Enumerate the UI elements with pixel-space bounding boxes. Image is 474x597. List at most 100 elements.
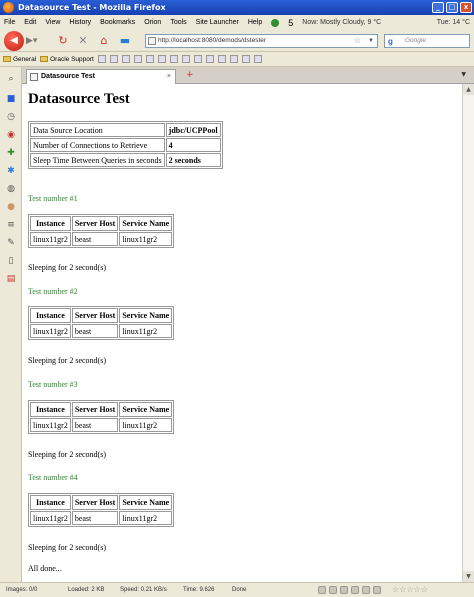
sidebar-search-icon[interactable]: ⌕ bbox=[5, 73, 17, 85]
cell-server-host: beast bbox=[71, 324, 119, 338]
info-value: jdbc/UCPPool bbox=[165, 123, 221, 137]
col-instance: Instance bbox=[30, 308, 71, 323]
sidebar-pin-icon[interactable]: ✎ bbox=[5, 237, 17, 249]
url-dropdown-icon[interactable]: ▼ bbox=[368, 35, 374, 47]
sidebar-gear-icon[interactable]: ✱ bbox=[5, 165, 17, 177]
col-service-name: Service Name bbox=[119, 402, 173, 417]
new-tab-button[interactable]: + bbox=[186, 70, 194, 80]
bookmark-icon[interactable] bbox=[121, 55, 130, 63]
bookmark-icon[interactable] bbox=[169, 55, 178, 63]
addon-icon[interactable]: ▬ bbox=[118, 34, 132, 48]
addon-icon[interactable] bbox=[351, 586, 359, 594]
tab-list-dropdown-icon[interactable]: ▼ bbox=[461, 71, 466, 78]
menu-orion[interactable]: Orion bbox=[144, 19, 161, 26]
menu-tools[interactable]: Tools bbox=[170, 19, 186, 26]
stop-icon[interactable]: ✕ bbox=[76, 34, 90, 48]
minimize-button[interactable]: _ bbox=[432, 2, 444, 13]
back-button[interactable]: ◀ bbox=[4, 31, 24, 51]
menu-site-launcher[interactable]: Site Launcher bbox=[196, 19, 239, 26]
cell-server-host: beast bbox=[71, 232, 119, 246]
search-input[interactable]: g Google bbox=[384, 34, 470, 48]
bookmark-icon[interactable] bbox=[229, 55, 238, 63]
menu-edit[interactable]: Edit bbox=[24, 19, 36, 26]
vertical-scrollbar[interactable]: ▲ ▼ bbox=[462, 84, 474, 582]
addon-icon[interactable] bbox=[329, 586, 337, 594]
bookmark-icon[interactable] bbox=[217, 55, 226, 63]
cell-service-name: linux11gr2 bbox=[119, 232, 173, 246]
bookmark-general-label: General bbox=[13, 55, 37, 63]
weather-forecast[interactable]: Tue: 14 °C bbox=[437, 19, 470, 26]
bookmark-icon[interactable] bbox=[145, 55, 154, 63]
table-row: linux11gr2 beast linux11gr2 bbox=[30, 324, 173, 338]
weather-now[interactable]: Now: Mostly Cloudy, 9 °C bbox=[302, 19, 381, 26]
folder-icon bbox=[40, 56, 49, 62]
sleep-message: Sleeping for 2 second(s) bbox=[28, 450, 106, 459]
test-heading: Test number #1 bbox=[28, 194, 78, 203]
status-indicator-icon[interactable] bbox=[271, 18, 280, 27]
url-bar[interactable]: http://localhost:8080/demods/dstester ☆ … bbox=[145, 34, 378, 48]
scroll-up-icon[interactable]: ▲ bbox=[463, 84, 474, 95]
table-row: Sleep Time Between Queries in seconds 2 … bbox=[30, 153, 221, 167]
tab-datasource-test[interactable]: Datasource Test × bbox=[26, 69, 176, 84]
forward-button[interactable]: ▶▾ bbox=[26, 35, 40, 47]
result-table: Instance Server Host Service Name linux1… bbox=[28, 306, 175, 340]
bookmark-icon[interactable] bbox=[109, 55, 118, 63]
test-heading: Test number #3 bbox=[28, 380, 78, 389]
search-placeholder: Google bbox=[405, 37, 426, 44]
datasource-info-table: Data Source Location jdbc/UCPPool Number… bbox=[28, 121, 223, 169]
close-window-button[interactable]: x bbox=[460, 2, 472, 13]
result-table: Instance Server Host Service Name linux1… bbox=[28, 400, 175, 434]
cell-instance: linux11gr2 bbox=[30, 511, 71, 525]
scroll-down-icon[interactable]: ▼ bbox=[463, 571, 474, 582]
sidebar-note-icon[interactable]: ▤ bbox=[5, 273, 17, 285]
addon-icon[interactable] bbox=[318, 586, 326, 594]
maximize-button[interactable]: □ bbox=[446, 2, 458, 13]
table-header-row: Instance Server Host Service Name bbox=[30, 216, 173, 231]
bookmark-icon[interactable] bbox=[253, 55, 262, 63]
status-time: Time: 9.626 bbox=[183, 587, 215, 593]
sidebar-list-icon[interactable]: ≡ bbox=[5, 219, 17, 231]
sidebar-download-icon[interactable]: ◉ bbox=[5, 129, 17, 141]
cell-server-host: beast bbox=[71, 418, 119, 432]
sidebar-bookmark-icon[interactable]: ■ bbox=[5, 93, 17, 105]
menu-bookmarks[interactable]: Bookmarks bbox=[100, 19, 135, 26]
bookmark-oracle-support[interactable]: Oracle Support bbox=[40, 56, 94, 63]
bookmark-icon[interactable] bbox=[241, 55, 250, 63]
addon-icon[interactable] bbox=[373, 586, 381, 594]
menu-history[interactable]: History bbox=[69, 19, 91, 26]
sidebar-tools-icon[interactable]: ◍ bbox=[5, 183, 17, 195]
tab-close-icon[interactable]: × bbox=[167, 70, 171, 84]
reload-icon[interactable]: ↻ bbox=[56, 34, 70, 48]
col-instance: Instance bbox=[30, 495, 71, 510]
sidebar-addon-icon[interactable]: ✚ bbox=[5, 147, 17, 159]
bookmark-general[interactable]: General bbox=[3, 56, 36, 63]
addon-icon[interactable] bbox=[362, 586, 370, 594]
sidebar-user-icon[interactable]: ● bbox=[5, 201, 17, 213]
bookmark-icon[interactable] bbox=[157, 55, 166, 63]
col-instance: Instance bbox=[30, 216, 71, 231]
status-images: Images: 0/0 bbox=[6, 587, 38, 593]
navigation-toolbar: ◀ ▶▾ ↻ ✕ ⌂ ▬ http://localhost:8080/demod… bbox=[0, 30, 474, 52]
table-header-row: Instance Server Host Service Name bbox=[30, 495, 173, 510]
home-icon[interactable]: ⌂ bbox=[97, 34, 111, 48]
menu-file[interactable]: File bbox=[4, 19, 15, 26]
sidebar-history-icon[interactable]: ◷ bbox=[5, 111, 17, 123]
addon-icon[interactable] bbox=[340, 586, 348, 594]
table-row: linux11gr2 beast linux11gr2 bbox=[30, 418, 173, 432]
bookmark-icon[interactable] bbox=[193, 55, 202, 63]
sidebar-page-icon[interactable]: ▯ bbox=[5, 255, 17, 267]
cell-server-host: beast bbox=[71, 511, 119, 525]
cell-instance: linux11gr2 bbox=[30, 324, 71, 338]
menu-view[interactable]: View bbox=[45, 19, 60, 26]
status-bar: Images: 0/0 Loaded: 2 KB Speed: 0.21 KB/… bbox=[0, 582, 474, 597]
bookmark-star-icon[interactable]: ☆ bbox=[354, 35, 361, 47]
col-instance: Instance bbox=[30, 402, 71, 417]
bookmark-icon[interactable] bbox=[133, 55, 142, 63]
bookmark-icon[interactable] bbox=[181, 55, 190, 63]
bookmark-icon[interactable] bbox=[97, 55, 106, 63]
menu-help[interactable]: Help bbox=[248, 19, 262, 26]
google-icon[interactable]: g bbox=[388, 36, 393, 48]
bookmark-icon[interactable] bbox=[205, 55, 214, 63]
rating-stars-icon[interactable]: ☆☆☆☆☆ bbox=[392, 583, 428, 597]
sidebar: ⌕ ■ ◷ ◉ ✚ ✱ ◍ ● ≡ ✎ ▯ ▤ bbox=[0, 67, 22, 582]
